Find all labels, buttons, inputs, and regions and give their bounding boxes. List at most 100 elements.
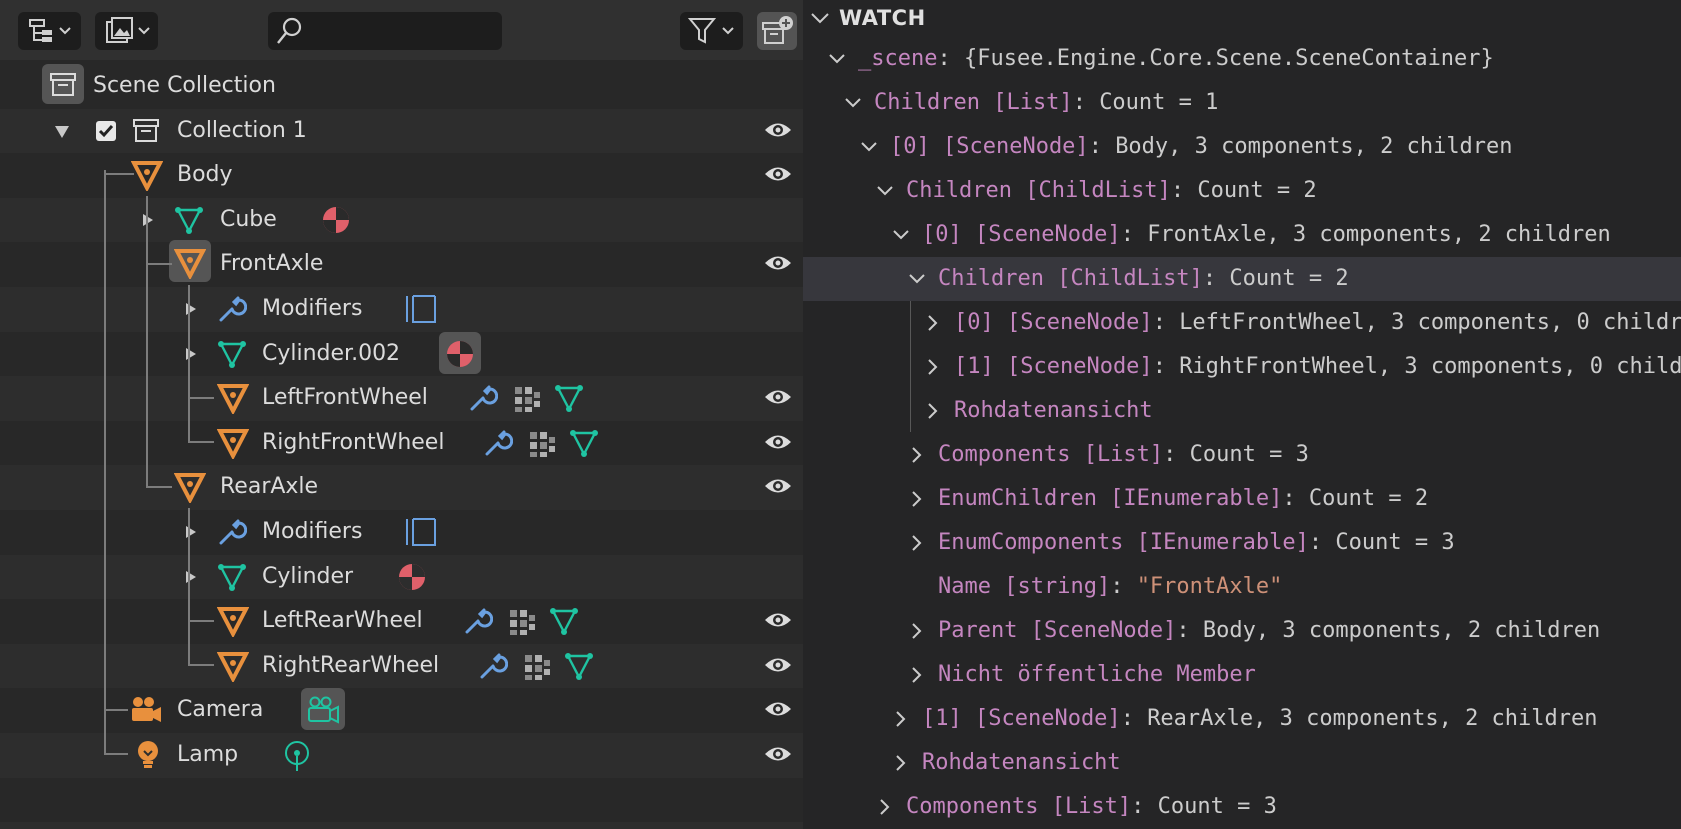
modifier-stack-icon[interactable] xyxy=(405,517,437,547)
filter-dropdown[interactable] xyxy=(680,12,743,50)
watch-row[interactable]: Name [string]: "FrontAxle" xyxy=(803,565,1681,609)
chevron-right-icon[interactable] xyxy=(907,489,927,509)
mesh-data-icon[interactable] xyxy=(549,606,579,636)
tree-row-frontaxle[interactable]: FrontAxle xyxy=(0,240,803,287)
watch-row[interactable]: Components [List]: Count = 3 xyxy=(803,433,1681,477)
watch-row-selected[interactable]: Children [ChildList]: Count = 2 xyxy=(803,257,1681,301)
eye-icon[interactable] xyxy=(763,609,793,631)
watch-row[interactable]: [0] [SceneNode]: FrontAxle, 3 components… xyxy=(803,213,1681,257)
chevron-right-icon[interactable] xyxy=(923,313,943,333)
wrench-icon[interactable] xyxy=(478,651,508,681)
watch-row[interactable]: Children [ChildList]: Count = 2 xyxy=(803,169,1681,213)
wrench-icon[interactable] xyxy=(468,383,498,413)
chevron-right-icon[interactable] xyxy=(875,797,895,817)
tree-row-rightrearwheel[interactable]: RightRearWheel xyxy=(0,643,803,689)
watch-row[interactable]: [0] [SceneNode]: LeftFrontWheel, 3 compo… xyxy=(803,301,1681,345)
watch-row[interactable]: Rohdatenansicht xyxy=(803,741,1681,785)
vertex-groups-icon[interactable] xyxy=(522,652,552,682)
tree-row-leftrearwheel[interactable]: LeftRearWheel xyxy=(0,599,803,644)
expand-triangle-icon[interactable] xyxy=(185,302,197,316)
watch-sep: : xyxy=(1088,134,1102,159)
chevron-right-icon[interactable] xyxy=(907,665,927,685)
watch-name: Components [List] xyxy=(906,794,1132,819)
mesh-data-icon[interactable] xyxy=(564,651,594,681)
material-icon[interactable] xyxy=(445,339,475,369)
eye-icon[interactable] xyxy=(763,431,793,453)
eye-icon[interactable] xyxy=(763,698,793,720)
eye-icon[interactable] xyxy=(763,654,793,676)
chevron-right-icon[interactable] xyxy=(907,445,927,465)
watch-row[interactable]: Components [List]: Count = 3 xyxy=(803,785,1681,829)
eye-icon[interactable] xyxy=(763,475,793,497)
tree-row-lamp[interactable]: Lamp xyxy=(0,732,803,778)
object-triangle-icon xyxy=(217,607,249,638)
watch-row[interactable]: EnumComponents [IEnumerable]: Count = 3 xyxy=(803,521,1681,565)
tree-row-rightfrontwheel[interactable]: RightFrontWheel xyxy=(0,421,803,466)
material-icon[interactable] xyxy=(321,205,351,235)
expand-triangle-icon[interactable] xyxy=(185,347,197,361)
expand-triangle-icon[interactable] xyxy=(185,570,197,584)
watch-row[interactable]: [1] [SceneNode]: RearAxle, 3 components,… xyxy=(803,697,1681,741)
eye-icon[interactable] xyxy=(763,163,793,185)
watch-row[interactable]: _scene: {Fusee.Engine.Core.Scene.SceneCo… xyxy=(803,37,1681,81)
expand-triangle-icon[interactable] xyxy=(142,213,154,227)
hierarchy-line xyxy=(146,486,172,488)
mesh-data-icon[interactable] xyxy=(554,383,584,413)
tree-row-label: Modifiers xyxy=(262,295,363,321)
eye-icon[interactable] xyxy=(763,252,793,274)
watch-row[interactable]: Parent [SceneNode]: Body, 3 components, … xyxy=(803,609,1681,653)
tree-row-modifiers[interactable]: Modifiers xyxy=(0,510,803,555)
wrench-icon[interactable] xyxy=(483,428,513,458)
watch-row[interactable]: Children [List]: Count = 1 xyxy=(803,81,1681,125)
vertex-groups-icon[interactable] xyxy=(512,384,542,414)
vertex-groups-icon[interactable] xyxy=(507,607,537,637)
chevron-right-icon[interactable] xyxy=(907,621,927,641)
chevron-down-icon[interactable] xyxy=(875,181,895,201)
chevron-right-icon[interactable] xyxy=(923,357,943,377)
new-collection-button[interactable] xyxy=(757,12,797,50)
eye-icon[interactable] xyxy=(763,386,793,408)
tree-row-leftfrontwheel[interactable]: LeftFrontWheel xyxy=(0,376,803,421)
tree-row-label: LeftRearWheel xyxy=(262,608,423,634)
display-mode-dropdown[interactable] xyxy=(18,12,81,50)
chevron-down-icon[interactable] xyxy=(827,49,847,69)
filter-category-dropdown[interactable] xyxy=(95,12,158,50)
tree-row-cube[interactable]: Cube xyxy=(0,197,803,243)
watch-row[interactable]: Nicht öffentliche Member xyxy=(803,653,1681,697)
wrench-icon[interactable] xyxy=(463,606,493,636)
expand-triangle-icon[interactable] xyxy=(185,525,197,539)
chevron-right-icon[interactable] xyxy=(891,753,911,773)
chevron-right-icon[interactable] xyxy=(923,401,943,421)
scene-collection-row[interactable]: Scene Collection xyxy=(0,64,803,109)
vertex-groups-icon[interactable] xyxy=(527,429,557,459)
eye-icon[interactable] xyxy=(763,119,793,141)
chevron-right-icon[interactable] xyxy=(907,533,927,553)
watch-row[interactable]: EnumChildren [IEnumerable]: Count = 2 xyxy=(803,477,1681,521)
light-data-icon[interactable] xyxy=(281,739,313,773)
watch-sep: : xyxy=(1110,574,1124,599)
watch-name: [1] [SceneNode] xyxy=(922,706,1121,731)
chevron-down-icon[interactable] xyxy=(843,93,863,113)
camera-data-icon[interactable] xyxy=(306,694,340,726)
search-input[interactable] xyxy=(268,12,502,50)
chevron-down-icon[interactable] xyxy=(891,225,911,245)
tree-row-cylinder-002[interactable]: Cylinder.002 xyxy=(0,331,803,377)
mesh-data-icon[interactable] xyxy=(569,428,599,458)
chevron-down-icon[interactable] xyxy=(859,137,879,157)
watch-row[interactable]: [1] [SceneNode]: RightFrontWheel, 3 comp… xyxy=(803,345,1681,389)
watch-row[interactable]: [0] [SceneNode]: Body, 3 components, 2 c… xyxy=(803,125,1681,169)
material-icon[interactable] xyxy=(397,562,427,592)
chevron-down-icon[interactable] xyxy=(809,8,831,28)
checkbox-checked-icon[interactable] xyxy=(95,120,117,142)
tree-row-cylinder[interactable]: Cylinder xyxy=(0,554,803,600)
watch-row[interactable]: Rohdatenansicht xyxy=(803,389,1681,433)
tree-row-modifiers[interactable]: Modifiers xyxy=(0,286,803,332)
tree-row-collection-1[interactable]: Collection 1 xyxy=(0,108,803,154)
chevron-right-icon[interactable] xyxy=(891,709,911,729)
modifier-stack-icon[interactable] xyxy=(405,294,437,324)
tree-row-rearaxle[interactable]: RearAxle xyxy=(0,465,803,510)
chevron-down-icon[interactable] xyxy=(907,269,927,289)
tree-row-body[interactable]: Body xyxy=(0,153,803,198)
eye-icon[interactable] xyxy=(763,743,793,765)
collapse-triangle-icon[interactable] xyxy=(54,125,70,139)
